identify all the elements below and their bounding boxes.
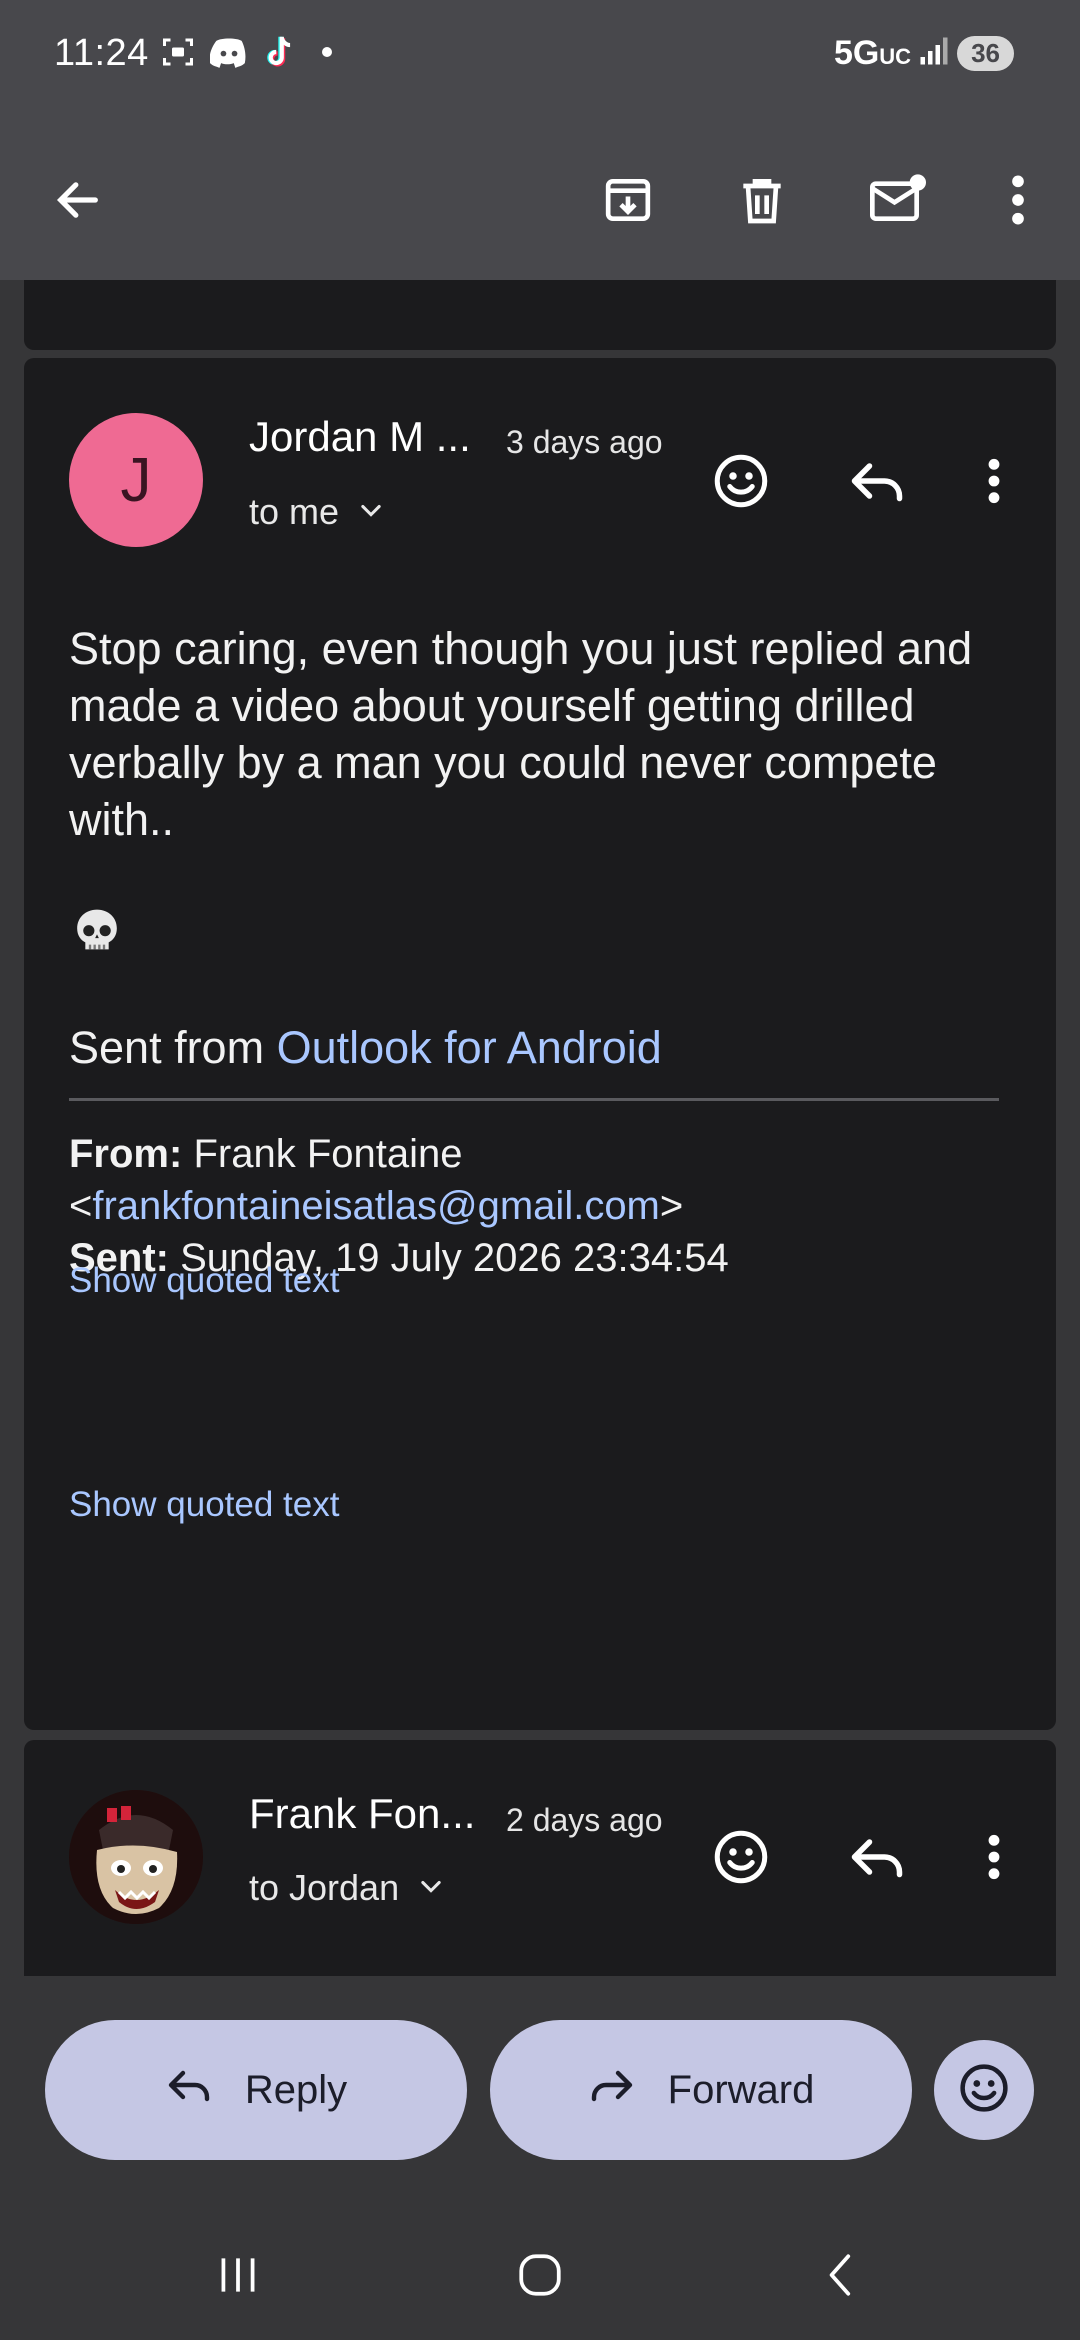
delete-icon[interactable] bbox=[722, 160, 802, 240]
add-reaction-icon[interactable] bbox=[706, 446, 776, 516]
divider bbox=[69, 1098, 999, 1101]
status-notification-icons bbox=[160, 34, 332, 70]
recipient-details-toggle[interactable]: to me bbox=[249, 491, 385, 533]
skull-emoji bbox=[69, 905, 125, 961]
message-card: J Jordan M ... 3 days ago to me Stop car… bbox=[24, 358, 1056, 1730]
message-card[interactable]: Frank Fon... 2 days ago to Jordan bbox=[24, 1740, 1056, 1976]
message-body: Stop caring, even though you just replie… bbox=[69, 623, 973, 845]
show-quoted-text-link[interactable]: Show quoted text bbox=[69, 1485, 339, 1525]
network-indicator: 5GUC bbox=[833, 34, 912, 72]
tiktok-icon bbox=[262, 34, 296, 70]
show-quoted-text-link[interactable]: Show quoted text bbox=[69, 1261, 339, 1301]
mark-unread-icon[interactable] bbox=[858, 160, 938, 240]
status-time: 11:24 bbox=[54, 32, 149, 74]
sender-name: Frank Fon... bbox=[249, 1790, 476, 1837]
message-time: 3 days ago bbox=[506, 424, 663, 460]
nav-back-icon[interactable] bbox=[797, 2240, 887, 2310]
chevron-down-icon bbox=[417, 1867, 445, 1909]
discord-icon bbox=[210, 35, 248, 69]
home-icon[interactable] bbox=[495, 2240, 585, 2310]
recipient-details-toggle[interactable]: to Jordan bbox=[249, 1867, 445, 1909]
forward-button[interactable]: Forward bbox=[490, 2020, 912, 2160]
back-arrow-icon[interactable] bbox=[38, 160, 118, 240]
archive-icon[interactable] bbox=[588, 160, 668, 240]
status-bar: 11:24 5GUC 36 bbox=[0, 0, 1080, 120]
avatar[interactable]: J bbox=[69, 413, 203, 547]
smiley-icon bbox=[957, 2061, 1011, 2120]
recipient-label: to me bbox=[249, 491, 340, 532]
add-reaction-icon[interactable] bbox=[706, 1822, 776, 1892]
recipient-label: to Jordan bbox=[249, 1867, 400, 1908]
reply-label: Reply bbox=[244, 2067, 348, 2112]
system-nav-bar bbox=[0, 2210, 1080, 2340]
screenshot-icon bbox=[160, 34, 196, 70]
sender-name: Jordan M ... bbox=[249, 413, 471, 460]
signal-icon bbox=[919, 36, 949, 71]
reply-icon bbox=[165, 2061, 213, 2119]
reply-icon[interactable] bbox=[842, 446, 912, 516]
previous-message-card bbox=[24, 280, 1056, 350]
outlook-link[interactable]: Outlook for Android bbox=[277, 1022, 662, 1073]
avatar[interactable] bbox=[69, 1790, 203, 1924]
recent-apps-icon[interactable] bbox=[193, 2240, 283, 2310]
reply-button[interactable]: Reply bbox=[45, 2020, 467, 2160]
status-right: 5GUC 36 bbox=[834, 34, 1014, 73]
dot-icon bbox=[322, 47, 332, 57]
more-vert-icon[interactable] bbox=[978, 160, 1058, 240]
from-name: Frank Fontaine bbox=[193, 1132, 463, 1176]
message-time: 2 days ago bbox=[506, 1802, 663, 1838]
reply-icon[interactable] bbox=[842, 1822, 912, 1892]
chevron-down-icon bbox=[357, 491, 385, 533]
react-emoji-button[interactable] bbox=[934, 2040, 1034, 2140]
forward-label: Forward bbox=[667, 2067, 815, 2112]
from-email-link[interactable]: frankfontaineisatlas@gmail.com bbox=[92, 1184, 660, 1228]
signature: Sent from Outlook for Android bbox=[69, 1022, 662, 1073]
battery-indicator: 36 bbox=[957, 36, 1014, 71]
message-more-icon[interactable] bbox=[959, 446, 1029, 516]
message-more-icon[interactable] bbox=[959, 1822, 1029, 1892]
app-bar bbox=[0, 120, 1080, 280]
forward-icon bbox=[588, 2061, 636, 2119]
